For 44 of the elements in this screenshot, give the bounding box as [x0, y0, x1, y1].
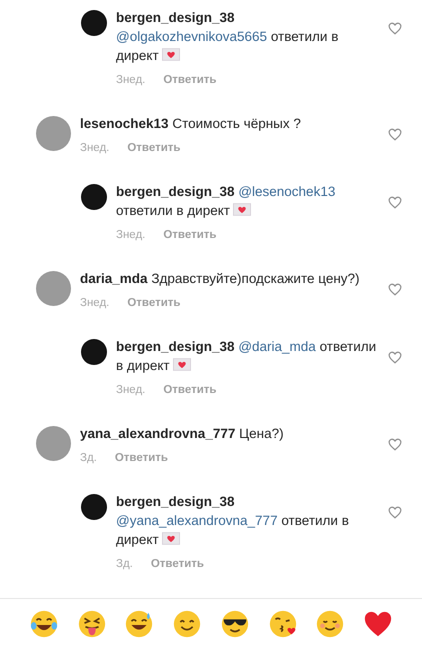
like-heart-icon[interactable]: [388, 506, 402, 519]
mention-link[interactable]: @olgakozhevnikova5665: [116, 29, 268, 44]
emoji-face-icon[interactable]: [220, 609, 250, 639]
reply-button[interactable]: Ответить: [163, 384, 217, 396]
emoji-face-icon[interactable]: [268, 609, 298, 639]
comment-time: Зд.: [80, 452, 97, 464]
comment-text: daria_mda Здравствуйте)подскажите цену?): [80, 270, 361, 288]
comment-time: Зд.: [116, 558, 133, 570]
comment-text: bergen_design_38 @lesenochek13 ответили в директ: [116, 183, 336, 220]
reply-button[interactable]: Ответить: [127, 142, 181, 154]
like-heart-icon[interactable]: [388, 351, 402, 364]
emoji-face-icon[interactable]: [76, 609, 107, 639]
emoji-face-icon[interactable]: [124, 609, 154, 639]
reply-button[interactable]: Ответить: [163, 229, 217, 241]
comment-time: Знед.: [116, 74, 146, 86]
comment-time: Знед.: [80, 142, 110, 154]
comment-time: Знед.: [116, 384, 146, 396]
avatar[interactable]: [81, 184, 107, 210]
mention-link[interactable]: @lesenochek13: [238, 184, 336, 199]
comment-time: Знед.: [116, 229, 146, 241]
comment-text: yana_alexandrovna_777 Цена?): [80, 425, 285, 443]
like-heart-icon[interactable]: [388, 22, 402, 35]
comment-text: bergen_design_38 @yana_alexandrovna_777 ответили в директ: [116, 493, 350, 549]
like-heart-icon[interactable]: [388, 128, 402, 141]
heart-icon[interactable]: [363, 609, 394, 639]
reply-button[interactable]: Ответить: [127, 297, 181, 309]
emoji-face-icon[interactable]: [172, 609, 202, 639]
comment-time: Знед.: [80, 297, 110, 309]
reply-button[interactable]: Ответить: [150, 558, 204, 570]
mention-link[interactable]: @daria_mda: [238, 339, 316, 354]
avatar[interactable]: [81, 10, 107, 36]
avatar[interactable]: [81, 339, 107, 365]
reply-button[interactable]: Ответить: [163, 74, 217, 86]
avatar[interactable]: [81, 494, 107, 520]
like-heart-icon[interactable]: [388, 438, 402, 451]
like-heart-icon[interactable]: [388, 283, 402, 296]
reply-button[interactable]: Ответить: [114, 452, 168, 464]
emoji-face-icon[interactable]: [28, 609, 59, 639]
comment-text: lesenochek13 Стоимость чёрных ?: [80, 115, 302, 133]
comment-text: bergen_design_38 @daria_mda ответили в директ: [116, 338, 378, 375]
comment-text: bergen_design_38 @olgakozhevnikova5665 ответили в директ: [116, 9, 340, 65]
like-heart-icon[interactable]: [388, 196, 402, 209]
emoji-face-icon[interactable]: [315, 609, 346, 639]
mention-link[interactable]: @yana_alexandrovna_777: [116, 513, 278, 528]
